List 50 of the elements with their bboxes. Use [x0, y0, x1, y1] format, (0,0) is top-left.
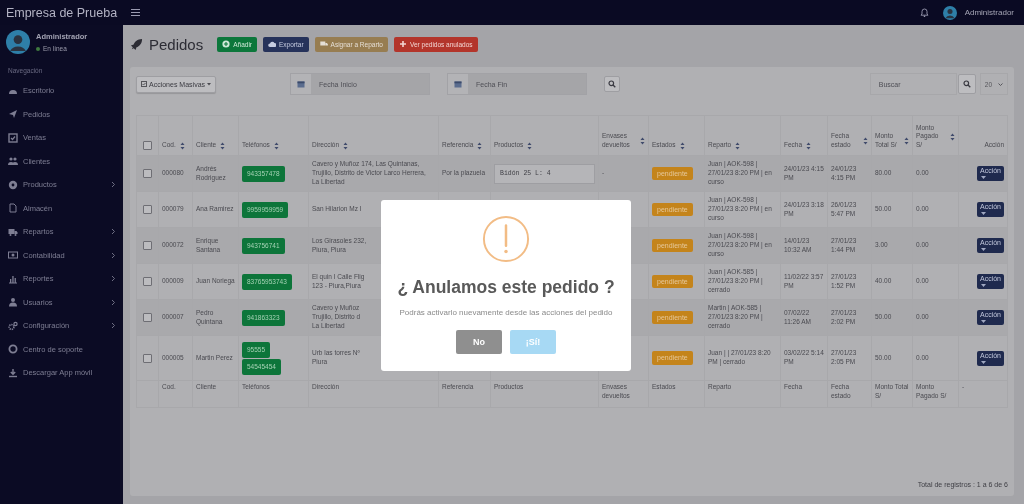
menu-icon: [131, 8, 140, 17]
lifebuoy-icon: [8, 344, 18, 355]
user-icon: [8, 297, 18, 308]
checkbox[interactable]: [143, 313, 152, 322]
search-icon: [608, 80, 617, 88]
caret-down-icon: [998, 82, 1003, 86]
search-icon: [962, 80, 971, 88]
checkbox[interactable]: [143, 353, 152, 363]
download-icon: [8, 367, 18, 378]
user-name[interactable]: Administrador: [964, 8, 1014, 17]
document-icon: [8, 203, 18, 214]
cancel-button[interactable]: No: [456, 330, 502, 354]
app-brand: Empresa de Prueba: [4, 5, 119, 20]
dialog-title: ¿ Anulamos este pedido ?: [397, 277, 615, 298]
users-icon: [8, 156, 18, 167]
bar-chart-icon: [8, 273, 18, 284]
caret-down-icon: [981, 248, 986, 251]
checkbox[interactable]: [143, 169, 152, 178]
dialog-message: Podrás activarlo nuevamente desde las acciones del pedido: [399, 308, 613, 317]
calendar-icon: [297, 80, 306, 88]
plus-circle-icon: [222, 40, 231, 48]
checkbox[interactable]: [143, 141, 152, 150]
page-title: Pedidos: [149, 35, 204, 53]
gear-icon: [8, 320, 18, 331]
cloud-icon: [268, 40, 276, 48]
checkbox[interactable]: [143, 241, 152, 250]
avatar-icon: [6, 30, 30, 54]
rocket-icon: [130, 37, 143, 51]
caret-down-icon: [981, 320, 986, 323]
banknote-icon: [8, 250, 18, 261]
search-button[interactable]: [957, 74, 976, 94]
avatar-icon: [942, 5, 957, 20]
search-button[interactable]: [604, 76, 621, 92]
plus-icon: [399, 40, 407, 48]
checkbox-icon: [8, 132, 18, 143]
disc-icon: [8, 179, 18, 190]
caret-down-icon: [981, 212, 986, 215]
paper-plane-icon: [8, 109, 18, 120]
truck-icon: [8, 226, 18, 237]
bell-icon: [919, 8, 929, 17]
warning-icon: [482, 215, 530, 263]
checkbox-icon: [141, 81, 147, 87]
caret-down-icon: [981, 284, 986, 287]
calendar-icon: [454, 80, 463, 88]
caret-down-icon: [207, 82, 212, 86]
checkbox[interactable]: [143, 205, 152, 214]
caret-down-icon: [981, 176, 986, 179]
truck-icon: [319, 40, 328, 48]
caret-down-icon: [981, 360, 986, 364]
checkbox[interactable]: [143, 277, 152, 286]
